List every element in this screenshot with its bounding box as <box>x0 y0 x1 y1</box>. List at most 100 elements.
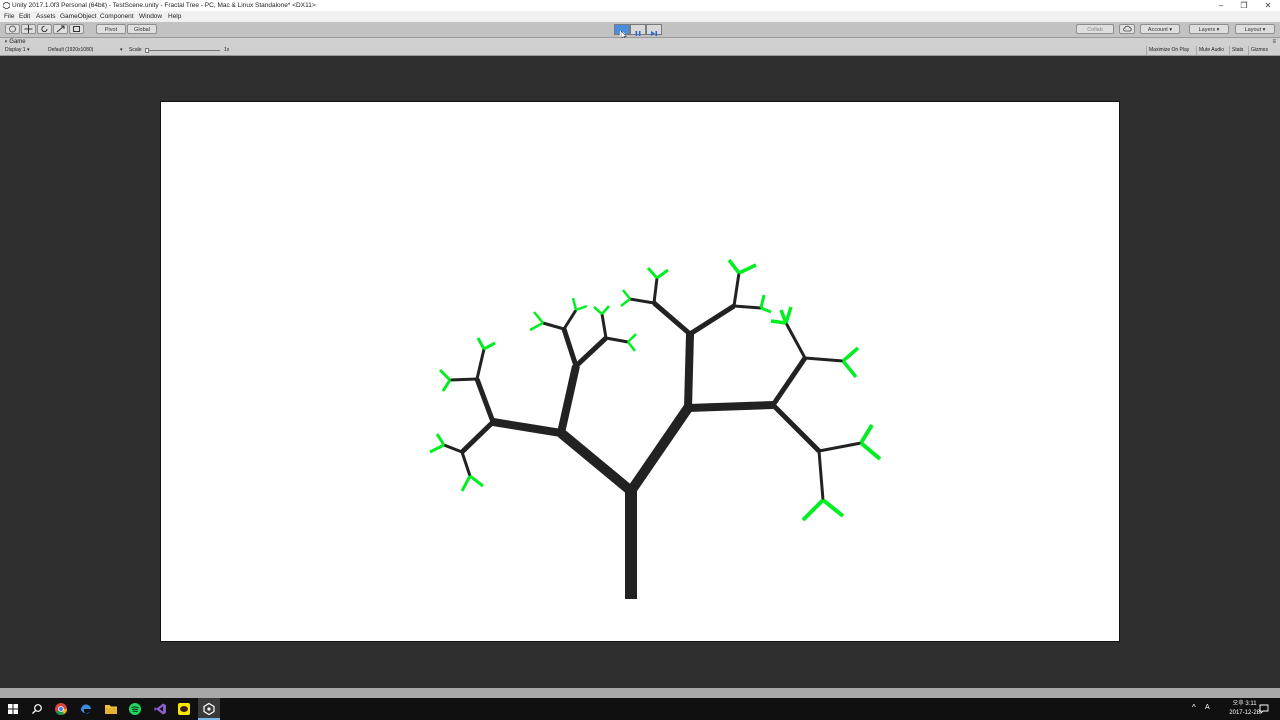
leaf <box>759 294 772 314</box>
branch <box>732 272 741 307</box>
leaf <box>460 474 484 492</box>
layers-label: Layers <box>1198 27 1216 33</box>
clock-time: 오후 3:11 <box>1232 701 1257 707</box>
menu-edit[interactable]: Edit <box>19 11 30 22</box>
branch <box>605 336 629 344</box>
rect-tool-button[interactable] <box>69 24 84 34</box>
leaf <box>529 311 544 332</box>
layers-dropdown[interactable]: Layers ▾ <box>1189 24 1229 34</box>
menu-bar: File Edit Assets GameObject Component Wi… <box>0 11 1280 22</box>
tab-menu-icon[interactable]: ≡ <box>1272 38 1276 46</box>
fractal-tree <box>429 258 882 599</box>
leaf <box>646 266 669 280</box>
edge-icon[interactable] <box>79 702 93 716</box>
input-language-indicator[interactable]: A <box>1205 704 1210 711</box>
menu-gameobject[interactable]: GameObject <box>60 11 97 22</box>
display-dropdown[interactable]: Display 1 ▾ <box>5 46 29 55</box>
leaf <box>620 289 631 307</box>
branch <box>626 405 693 494</box>
cloud-button[interactable] <box>1119 24 1135 34</box>
chevron-down-icon[interactable]: ▾ <box>120 46 123 55</box>
collab-button[interactable]: Collab <box>1076 24 1114 34</box>
branch <box>771 403 821 453</box>
branch <box>475 348 486 380</box>
minimize-button[interactable]: – <box>1209 0 1233 11</box>
scale-slider-handle[interactable] <box>145 48 149 53</box>
branch <box>449 377 478 382</box>
branch <box>557 365 580 434</box>
game-render-area[interactable] <box>160 101 1120 642</box>
scale-tool-button[interactable] <box>53 24 68 34</box>
branch <box>574 336 608 368</box>
maximize-button[interactable]: ❐ <box>1232 0 1256 11</box>
branch <box>460 451 472 477</box>
chevron-down-icon: ▾ <box>1216 27 1220 33</box>
resolution-dropdown[interactable]: Default (1920x1080) <box>48 46 93 55</box>
rotate-tool-button[interactable] <box>37 24 52 34</box>
menu-assets[interactable]: Assets <box>36 11 56 22</box>
windows-start-icon[interactable] <box>6 702 20 716</box>
close-button[interactable]: ✕ <box>1256 0 1280 11</box>
branch <box>460 420 495 454</box>
stats-toggle[interactable]: Stats <box>1229 46 1245 55</box>
account-dropdown[interactable]: Account ▾ <box>1140 24 1180 34</box>
game-view-controls: Display 1 ▾ Default (1920x1080) ▾ Scale … <box>0 46 1280 56</box>
menu-window[interactable]: Window <box>139 11 162 22</box>
system-clock[interactable]: 오후 3:11 2017-12-28 <box>1229 700 1260 718</box>
kakaotalk-icon[interactable] <box>177 702 191 716</box>
menu-file[interactable]: File <box>4 11 14 22</box>
rotate-icon <box>41 25 48 33</box>
hand-tool-button[interactable] <box>5 24 20 34</box>
branch <box>684 333 694 409</box>
branch <box>652 277 659 304</box>
branch <box>784 322 807 359</box>
leaf <box>627 333 637 352</box>
pivot-toggle[interactable]: Pivot <box>96 24 126 34</box>
leaf <box>727 258 757 275</box>
leaf <box>593 305 610 315</box>
leaf <box>571 297 588 312</box>
unity-taskbar-item[interactable] <box>198 698 220 720</box>
game-tab-strip: ◖ Game ≡ <box>0 38 1280 46</box>
main-toolbar: Pivot Global Collab Account ▾ Layers ▾ L… <box>0 22 1280 40</box>
mute-audio-toggle[interactable]: Mute Audio <box>1196 46 1226 55</box>
visual-studio-icon[interactable] <box>153 702 167 716</box>
branch <box>687 401 774 412</box>
gizmos-dropdown[interactable]: Gizmos <box>1248 46 1270 55</box>
chrome-icon[interactable] <box>54 702 68 716</box>
game-viewport <box>0 56 1280 688</box>
hand-icon <box>9 25 16 33</box>
spotify-icon[interactable] <box>128 702 142 716</box>
rect-icon <box>73 26 80 32</box>
leaf <box>859 423 882 461</box>
unity-logo-icon <box>3 2 10 9</box>
leaf <box>801 498 845 522</box>
move-tool-button[interactable] <box>21 24 36 34</box>
menu-component[interactable]: Component <box>100 11 134 22</box>
menu-help[interactable]: Help <box>168 11 181 22</box>
unity-icon <box>203 702 215 716</box>
chevron-up-icon[interactable]: ^ <box>1192 703 1196 712</box>
display-label: Display 1 <box>5 47 26 53</box>
file-explorer-icon[interactable] <box>104 702 118 716</box>
global-toggle[interactable]: Global <box>127 24 157 34</box>
branch <box>542 321 565 331</box>
branch <box>652 301 692 336</box>
windows-taskbar: ^ A 오후 3:11 2017-12-28 <box>0 698 1280 720</box>
maximize-on-play-toggle[interactable]: Maximize On Play <box>1146 46 1191 55</box>
scale-slider-track[interactable] <box>146 50 220 51</box>
game-tab[interactable]: ◖ Game <box>4 38 26 46</box>
leaf <box>841 346 860 379</box>
branch <box>817 450 825 501</box>
scale-value: 1x <box>224 47 230 53</box>
collab-label: Collab <box>1087 27 1103 33</box>
pause-button[interactable] <box>630 24 646 36</box>
layout-dropdown[interactable]: Layout ▾ <box>1235 24 1275 34</box>
search-icon[interactable] <box>30 702 44 716</box>
step-button[interactable] <box>646 24 662 36</box>
branch <box>474 378 496 423</box>
pivot-label: Pivot <box>104 27 118 33</box>
leaf <box>438 368 452 392</box>
notifications-icon[interactable] <box>1259 704 1269 714</box>
chevron-down-icon: ▾ <box>26 47 30 53</box>
